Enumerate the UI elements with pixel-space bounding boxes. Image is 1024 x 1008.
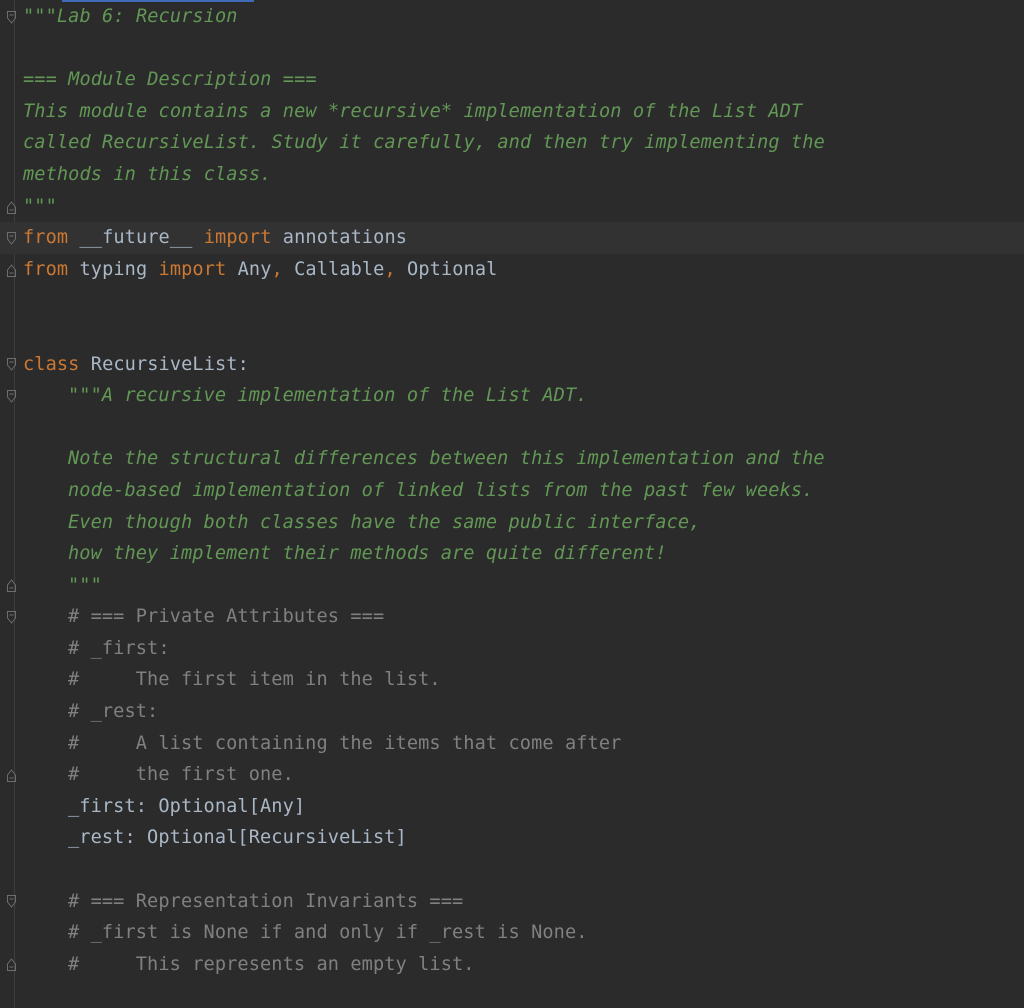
- fold-close-icon[interactable]: [7, 579, 16, 592]
- gutter-divider: [14, 0, 15, 1008]
- code-line: === Module Description ===: [23, 69, 317, 91]
- comment-line: # _first:: [68, 637, 170, 659]
- comma: ,: [271, 258, 283, 280]
- comment-line: # === Representation Invariants ===: [68, 890, 464, 912]
- code-line: """: [68, 574, 102, 596]
- fold-open-icon[interactable]: [7, 895, 16, 908]
- code-line: Note the structural differences between …: [68, 448, 825, 470]
- code-line: from typing import Any, Callable, Option…: [23, 254, 825, 286]
- comment-line: # This represents an empty list.: [68, 953, 475, 975]
- module-name: typing: [68, 258, 159, 280]
- code-line: """Lab 6: Recursion: [23, 6, 238, 27]
- code-lines[interactable]: """Lab 6: Recursion === Module Descripti…: [23, 1, 825, 980]
- comment-line: # _first is None if and only if _rest is…: [68, 922, 588, 944]
- keyword-from: from: [23, 227, 69, 249]
- fold-open-icon[interactable]: [7, 232, 16, 245]
- comment-line: # === Private Attributes ===: [68, 606, 385, 628]
- fold-open-icon[interactable]: [7, 611, 16, 624]
- class-name: RecursiveList:: [79, 353, 249, 375]
- code-line: Even though both classes have the same p…: [68, 511, 701, 533]
- keyword-import: import: [158, 258, 227, 280]
- comment-line: # The first item in the list.: [68, 669, 441, 691]
- code-line: node-based implementation of linked list…: [68, 479, 814, 501]
- comment-line: # _rest:: [68, 701, 159, 723]
- code-line: methods in this class.: [23, 163, 272, 185]
- comment-line: # A list containing the items that come …: [68, 732, 622, 754]
- keyword-import: import: [203, 227, 272, 249]
- fold-close-icon[interactable]: [7, 264, 16, 277]
- code-line: """A recursive implementation of the Lis…: [68, 385, 588, 407]
- import-names: annotations: [271, 227, 408, 249]
- import-name: Callable: [282, 258, 385, 280]
- code-line: This module contains a new *recursive* i…: [23, 100, 803, 122]
- code-line: _first: Optional[Any]: [68, 795, 306, 817]
- fold-open-icon[interactable]: [7, 390, 16, 403]
- import-name: Optional: [395, 258, 498, 280]
- comma: ,: [384, 258, 396, 280]
- code-line: how they implement their methods are qui…: [68, 543, 667, 565]
- keyword-from: from: [23, 258, 69, 280]
- code-editor[interactable]: """Lab 6: Recursion === Module Descripti…: [0, 0, 1024, 1008]
- code-line: called RecursiveList. Study it carefully…: [23, 132, 825, 154]
- code-line: class RecursiveList:: [23, 349, 825, 381]
- code-line: from __future__ import annotations: [23, 222, 825, 254]
- fold-close-icon[interactable]: [7, 769, 16, 782]
- code-line: """: [23, 195, 57, 217]
- import-name: Any: [226, 258, 272, 280]
- comment-line: # the first one.: [68, 764, 294, 786]
- fold-close-icon[interactable]: [7, 201, 16, 214]
- keyword-class: class: [23, 353, 80, 375]
- fold-open-icon[interactable]: [7, 358, 16, 371]
- fold-close-icon[interactable]: [7, 958, 16, 971]
- code-line: _rest: Optional[RecursiveList]: [68, 827, 407, 849]
- fold-open-icon[interactable]: [7, 11, 16, 24]
- module-name: __future__: [68, 227, 204, 249]
